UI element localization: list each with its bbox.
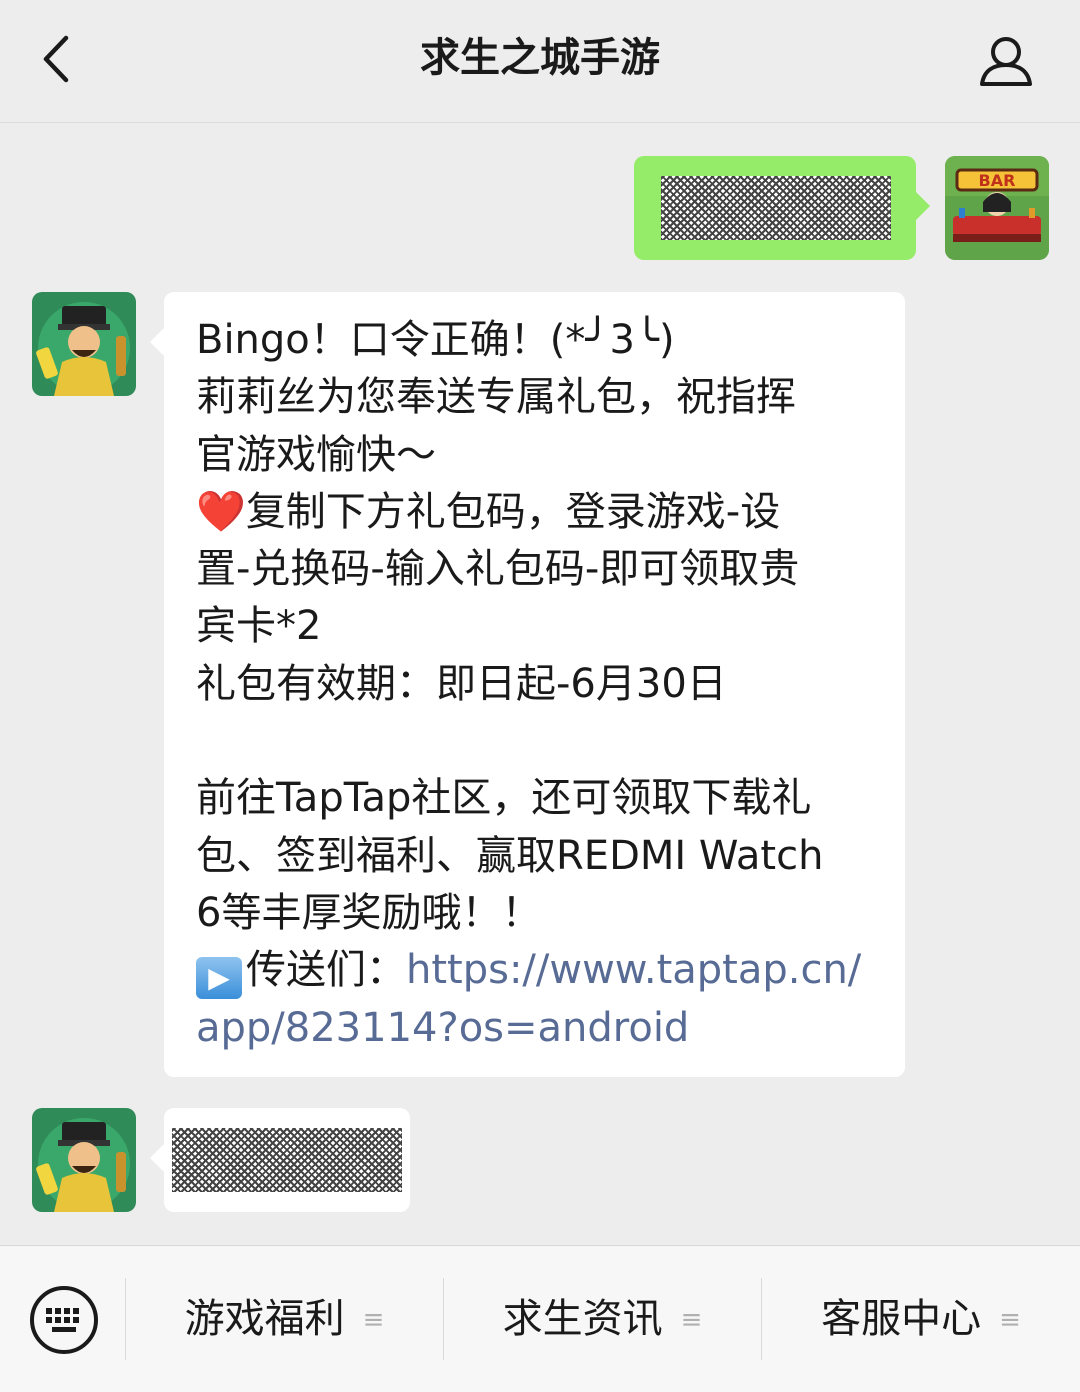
message-line: 包、签到福利、赢取REDMI Watch — [196, 832, 824, 879]
bubble-tail — [916, 192, 930, 220]
message-bubble-other[interactable] — [150, 1108, 410, 1212]
bubble-tail — [150, 328, 164, 356]
heart-icon: ❤️ — [196, 488, 246, 535]
message-line: ▶ 传送们：https://www.taptap.cn/ — [196, 942, 886, 1000]
submenu-icon: ≡ — [999, 1305, 1021, 1335]
page-title: 求生之城手游 — [420, 35, 660, 81]
bubble-tail — [150, 1144, 164, 1172]
message-line: 宾卡*2 — [196, 603, 322, 650]
submenu-icon: ≡ — [362, 1305, 385, 1335]
play-icon: ▶ — [196, 957, 242, 1000]
avatar-official[interactable] — [32, 292, 136, 396]
keyboard-icon — [30, 1286, 98, 1354]
message-line: 置-兑换码-输入礼包码-即可领取贵 — [196, 546, 800, 593]
redacted-content — [172, 1128, 402, 1192]
taptap-link[interactable]: https://www.taptap.cn/ — [406, 947, 861, 993]
menu-item-customer-service[interactable]: 客服中心 ≡ — [762, 1286, 1080, 1352]
character-avatar-icon — [32, 292, 136, 396]
message-line — [196, 713, 886, 770]
taptap-link-continued[interactable]: app/823114?os=android — [196, 1000, 886, 1057]
avatar-self[interactable]: BAR — [945, 156, 1049, 260]
avatar-official[interactable] — [32, 1108, 136, 1212]
message-line: 莉莉丝为您奉送专属礼包，祝指挥 — [196, 374, 796, 421]
message-line: ❤️复制下方礼包码，登录游戏-设 — [196, 488, 781, 535]
svg-text:BAR: BAR — [979, 171, 1016, 190]
message-line: 6等丰厚奖励哦！！ — [196, 889, 542, 936]
message-bubble-other[interactable]: Bingo！口令正确！(*╯3╰) 莉莉丝为您奉送专属礼包，祝指挥 官游戏愉快～… — [150, 292, 905, 1077]
menu-item-news[interactable]: 求生资讯 ≡ — [444, 1286, 761, 1352]
message-line: Bingo！口令正确！(*╯3╰) — [196, 317, 675, 363]
message-bubble-self[interactable] — [634, 156, 930, 260]
chat-area[interactable]: BAR Bingo！口令正确！(*╯3╰) 莉莉丝为您奉送专属礼包，祝指挥 官游… — [0, 123, 1080, 1244]
header-bar: 求生之城手游 — [0, 0, 1080, 123]
message-line: 官游戏愉快～ — [196, 431, 436, 478]
menu-item-label: 求生资讯 — [502, 1296, 663, 1342]
bottom-menu: 游戏福利 ≡ 求生资讯 ≡ 客服中心 ≡ — [0, 1245, 1080, 1392]
message-line: 前往TapTap社区，还可领取下载礼 — [196, 775, 812, 822]
message-text[interactable]: Bingo！口令正确！(*╯3╰) 莉莉丝为您奉送专属礼包，祝指挥 官游戏愉快～… — [196, 312, 886, 1057]
character-avatar-icon — [32, 1108, 136, 1212]
bar-avatar-icon: BAR — [945, 156, 1049, 260]
menu-item-game-benefits[interactable]: 游戏福利 ≡ — [126, 1286, 443, 1352]
submenu-icon: ≡ — [680, 1305, 703, 1335]
person-icon — [980, 37, 1032, 86]
message-line: 礼包有效期：即日起-6月30日 — [196, 660, 727, 707]
redacted-content — [661, 176, 891, 240]
menu-item-label: 客服中心 — [821, 1296, 982, 1342]
keyboard-toggle-button[interactable] — [28, 1284, 100, 1356]
menu-item-label: 游戏福利 — [184, 1296, 345, 1342]
profile-button[interactable] — [970, 26, 1042, 98]
